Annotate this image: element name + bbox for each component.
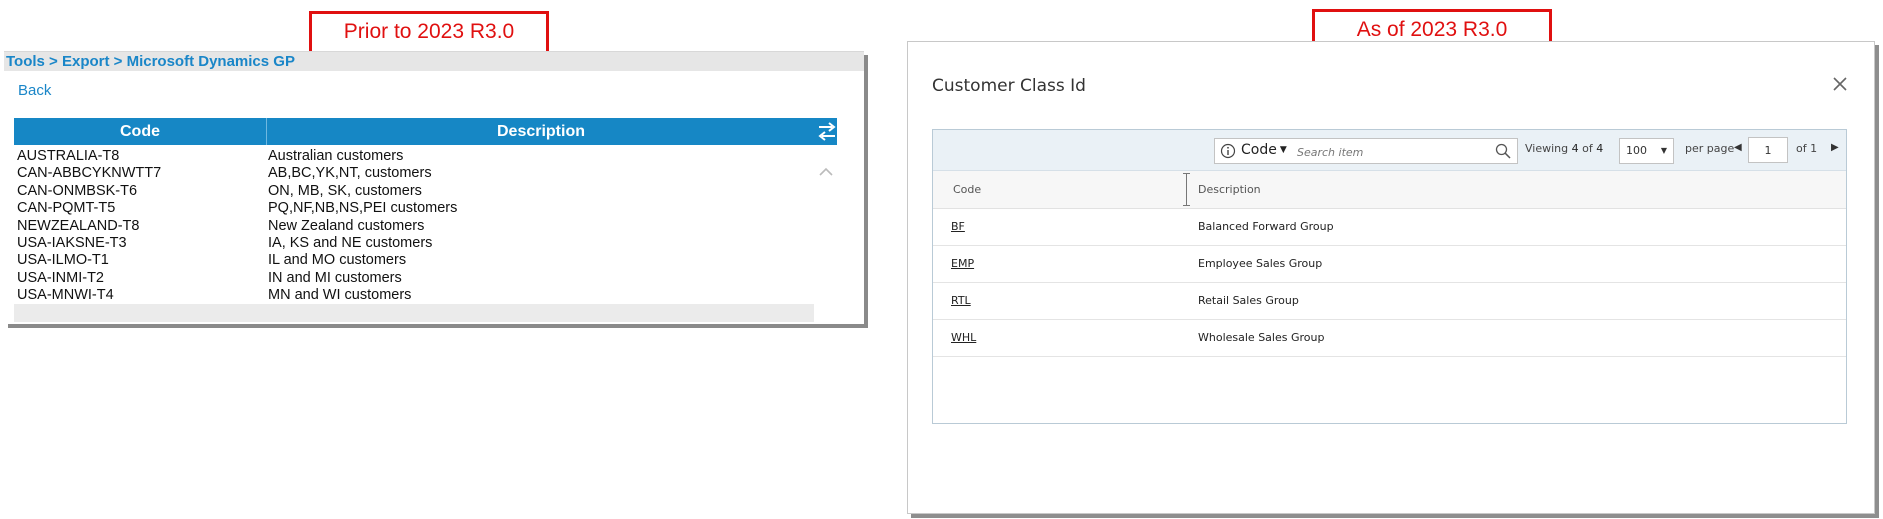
- prev-page-icon[interactable]: ◀: [1734, 142, 1742, 153]
- row-code-link[interactable]: EMP: [951, 257, 974, 270]
- row-code: USA-ILMO-T1: [17, 252, 109, 269]
- viewing-count: Viewing 4 of 4: [1525, 142, 1603, 155]
- table-row[interactable]: USA-INMI-T2 IN and MI customers: [15, 270, 805, 287]
- table-row[interactable]: NEWZEALAND-T8 New Zealand customers: [15, 218, 805, 235]
- page-number-input[interactable]: [1748, 137, 1788, 163]
- old-code-grid: Code Description AUSTRALIA-T8 Australian …: [14, 118, 837, 322]
- column-header-description[interactable]: Description: [267, 118, 815, 145]
- chevron-up-icon[interactable]: [817, 163, 835, 181]
- table-row[interactable]: WHL Wholesale Sales Group: [933, 320, 1846, 357]
- table-row[interactable]: RTL Retail Sales Group: [933, 283, 1846, 320]
- table-row[interactable]: EMP Employee Sales Group: [933, 246, 1846, 283]
- row-code: AUSTRALIA-T8: [17, 148, 120, 164]
- column-header-code[interactable]: Code: [953, 183, 981, 196]
- page-size-value: 100: [1626, 144, 1647, 157]
- row-description: MN and WI customers: [268, 287, 412, 304]
- viewing-shown: 4: [1571, 142, 1579, 155]
- back-link[interactable]: Back: [18, 82, 51, 99]
- row-description: Wholesale Sales Group: [1198, 331, 1325, 344]
- next-page-icon[interactable]: ▶: [1831, 142, 1839, 153]
- grid-header: Code Description: [14, 118, 837, 145]
- table-row[interactable]: AUSTRALIA-T8 Australian customers: [15, 148, 805, 165]
- row-description: Employee Sales Group: [1198, 257, 1323, 270]
- old-rows: AUSTRALIA-T8 Australian customers CAN-ABBC…: [15, 148, 805, 305]
- row-code: CAN-ABBCYKNWTT7: [17, 165, 162, 182]
- old-lookup-panel: Tools > Export > Microsoft Dynamics GP B…: [4, 51, 864, 324]
- row-code: USA-INMI-T2: [17, 269, 104, 286]
- row-code-link[interactable]: BF: [951, 220, 965, 233]
- info-icon[interactable]: [1220, 143, 1236, 159]
- row-description: Retail Sales Group: [1198, 294, 1299, 307]
- search-box: Code ▼: [1214, 138, 1518, 164]
- swap-arrows-icon[interactable]: [817, 120, 837, 143]
- row-description: PQ,NF,NB,NS,PEI customers: [268, 200, 458, 217]
- row-description: AB,BC,YK,NT, customers: [268, 165, 432, 182]
- row-code: NEWZEALAND-T8: [17, 217, 140, 234]
- breadcrumb: Tools > Export > Microsoft Dynamics GP: [4, 52, 864, 71]
- viewing-total: 4: [1596, 142, 1604, 155]
- row-code-link[interactable]: RTL: [951, 294, 971, 307]
- dialog-title: Customer Class Id: [932, 76, 1086, 96]
- table-row[interactable]: USA-IAKSNE-T3 IA, KS and NE customers: [15, 235, 805, 252]
- table-row[interactable]: USA-MNWI-T4 MN and WI customers: [15, 287, 805, 304]
- row-description: Australian customers: [268, 148, 404, 164]
- close-icon[interactable]: [1828, 72, 1852, 96]
- row-description: Balanced Forward Group: [1198, 220, 1334, 233]
- per-page-label: per page: [1685, 142, 1735, 155]
- customer-class-dialog: Customer Class Id Code ▼ Search item Vie…: [907, 41, 1875, 514]
- row-code: USA-IAKSNE-T3: [17, 234, 127, 251]
- search-field-label: Code: [1241, 142, 1277, 158]
- grid-toolbar: Code▼ Viewing 4 of 4 100 ▼ per page ◀: [933, 130, 1846, 171]
- table-row[interactable]: CAN-PQMT-T5 PQ,NF,NB,NS,PEI customers: [15, 200, 805, 217]
- search-icon[interactable]: [1495, 143, 1511, 159]
- table-row[interactable]: USA-ILMO-T1 IL and MO customers: [15, 252, 805, 269]
- column-header-description[interactable]: Description: [1198, 183, 1261, 196]
- grid-column-header: Code Description: [933, 171, 1846, 209]
- viewing-label: Viewing: [1525, 142, 1569, 155]
- table-row[interactable]: CAN-ABBCYKNWTT7 AB,BC,YK,NT, customers: [15, 165, 805, 182]
- row-code: CAN-ONMBSK-T6: [17, 182, 138, 199]
- column-resize-handle[interactable]: [1183, 173, 1190, 206]
- caret-down-icon: ▼: [1660, 146, 1667, 155]
- grid-footer: [14, 304, 814, 322]
- row-description: New Zealand customers: [268, 217, 425, 234]
- table-row[interactable]: BF Balanced Forward Group: [933, 209, 1846, 246]
- row-code: USA-MNWI-T4: [17, 287, 114, 304]
- viewing-of: of: [1582, 142, 1593, 155]
- table-row[interactable]: CAN-ONMBSK-T6 ON, MB, SK, customers: [15, 183, 805, 200]
- row-description: ON, MB, SK, customers: [268, 182, 422, 199]
- search-field-dropdown[interactable]: Code ▼: [1241, 142, 1287, 158]
- page-size-select[interactable]: 100 ▼: [1619, 138, 1674, 164]
- column-header-code[interactable]: Code: [14, 118, 267, 145]
- page-total-label: of 1: [1796, 142, 1818, 155]
- grid-rows: BF Balanced Forward Group EMP Employee Sale…: [933, 209, 1846, 357]
- row-code: CAN-PQMT-T5: [17, 200, 116, 217]
- caret-down-icon: ▼: [1279, 145, 1287, 155]
- row-code-link[interactable]: WHL: [951, 331, 976, 344]
- row-description: IN and MI customers: [268, 269, 402, 286]
- lookup-grid: Code▼ Viewing 4 of 4 100 ▼ per page ◀: [932, 129, 1847, 424]
- callout-prior-version: Prior to 2023 R3.0: [309, 11, 549, 54]
- row-description: IA, KS and NE customers: [268, 234, 433, 251]
- row-description: IL and MO customers: [268, 252, 407, 269]
- search-input[interactable]: [1295, 142, 1489, 162]
